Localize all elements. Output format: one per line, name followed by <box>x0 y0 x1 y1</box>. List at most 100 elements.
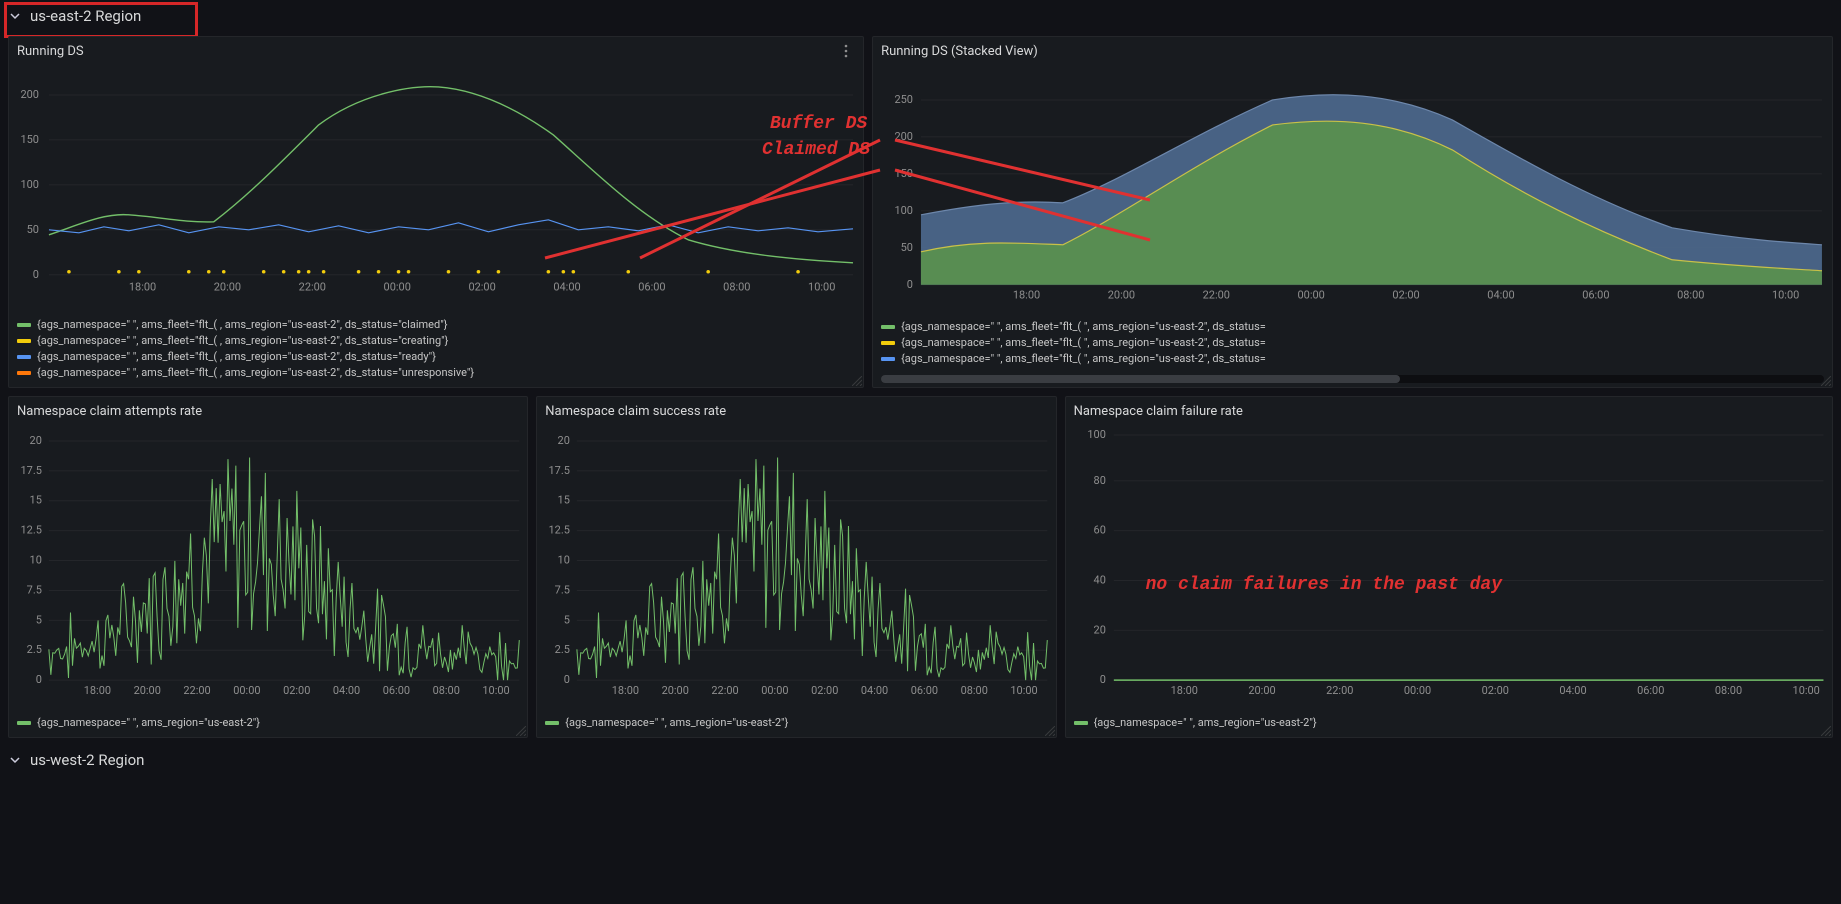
panel-title: Namespace claim attempts rate <box>17 404 202 419</box>
svg-text:10: 10 <box>558 554 570 567</box>
legend: {ags_namespace=" ", ams_fleet="flt_( ", … <box>873 315 1832 373</box>
svg-text:100: 100 <box>895 204 913 217</box>
svg-text:200: 200 <box>20 88 38 101</box>
resize-handle-icon[interactable] <box>1045 726 1055 736</box>
svg-text:22:00: 22:00 <box>712 684 739 696</box>
chevron-down-icon <box>8 9 22 23</box>
row-header-us-east-2[interactable]: us-east-2 Region <box>0 0 1841 32</box>
svg-text:5: 5 <box>36 613 42 626</box>
svg-text:18:00: 18:00 <box>129 281 156 294</box>
svg-text:22:00: 22:00 <box>299 281 326 294</box>
svg-text:04:00: 04:00 <box>861 684 888 696</box>
svg-text:06:00: 06:00 <box>638 281 665 294</box>
panel-menu-button[interactable] <box>837 42 855 60</box>
svg-text:150: 150 <box>895 167 913 180</box>
svg-text:18:00: 18:00 <box>84 684 111 696</box>
svg-text:20: 20 <box>1093 623 1105 636</box>
svg-text:04:00: 04:00 <box>553 281 580 294</box>
svg-text:60: 60 <box>1093 524 1105 537</box>
chart-claim-attempts[interactable]: 02.55 7.51012.5 1517.520 18:0020:0022:00… <box>9 425 527 696</box>
svg-text:08:00: 08:00 <box>1677 289 1704 302</box>
svg-text:02:00: 02:00 <box>468 281 495 294</box>
svg-text:06:00: 06:00 <box>1637 684 1664 696</box>
panel-claim-failure: Namespace claim failure rate 020 4060 80… <box>1065 396 1833 738</box>
chart-running-ds-stacked[interactable]: 050 100150 200250 18:0020:0022:00 00:000… <box>873 65 1832 303</box>
svg-text:200: 200 <box>895 130 913 143</box>
row-header-us-west-2[interactable]: us-west-2 Region <box>0 744 1841 776</box>
svg-text:5: 5 <box>564 613 570 626</box>
svg-text:150: 150 <box>20 133 38 146</box>
svg-text:15: 15 <box>558 494 570 507</box>
chevron-down-icon <box>8 753 22 767</box>
svg-text:02:00: 02:00 <box>283 684 310 696</box>
svg-text:10:00: 10:00 <box>1772 289 1799 302</box>
svg-text:06:00: 06:00 <box>911 684 938 696</box>
legend-label: {ags_namespace=" ", ams_region="us-east-… <box>1094 715 1317 731</box>
resize-handle-icon[interactable] <box>1821 726 1831 736</box>
svg-text:22:00: 22:00 <box>183 684 210 696</box>
resize-handle-icon[interactable] <box>516 726 526 736</box>
svg-text:20:00: 20:00 <box>1108 289 1135 302</box>
svg-text:18:00: 18:00 <box>1013 289 1040 302</box>
panel-title: Namespace claim failure rate <box>1074 404 1243 419</box>
svg-text:15: 15 <box>30 494 42 507</box>
svg-text:00:00: 00:00 <box>1403 684 1430 696</box>
svg-text:2.5: 2.5 <box>555 643 570 656</box>
svg-text:06:00: 06:00 <box>1582 289 1609 302</box>
svg-text:0: 0 <box>907 278 913 291</box>
legend-label: {ags_namespace=" ", ams_region="us-east-… <box>565 715 788 731</box>
svg-text:08:00: 08:00 <box>723 281 750 294</box>
svg-text:20:00: 20:00 <box>662 684 689 696</box>
panel-running-ds-stacked: Running DS (Stacked View) 050 100150 200… <box>872 36 1833 388</box>
svg-text:10: 10 <box>30 554 42 567</box>
x-axis: 18:00 20:00 22:00 00:00 02:00 04:00 06:00 08:… <box>129 281 836 294</box>
legend-label: {ags_namespace=" ", ams_region="us-east-… <box>37 715 260 731</box>
legend-scrollbar[interactable] <box>881 375 1824 383</box>
svg-text:22:00: 22:00 <box>1203 289 1230 302</box>
svg-text:10:00: 10:00 <box>1792 684 1819 696</box>
svg-text:04:00: 04:00 <box>1487 289 1514 302</box>
svg-text:04:00: 04:00 <box>333 684 360 696</box>
svg-text:80: 80 <box>1093 474 1105 487</box>
svg-text:50: 50 <box>27 223 39 236</box>
svg-text:0: 0 <box>33 268 39 281</box>
svg-text:04:00: 04:00 <box>1559 684 1586 696</box>
panel-title: Running DS (Stacked View) <box>881 44 1038 59</box>
svg-text:18:00: 18:00 <box>612 684 639 696</box>
svg-text:02:00: 02:00 <box>811 684 838 696</box>
svg-text:2.5: 2.5 <box>27 643 42 656</box>
panel-running-ds: Running DS 0 50 100 150 <box>8 36 864 388</box>
svg-text:00:00: 00:00 <box>1298 289 1325 302</box>
svg-text:100: 100 <box>1087 428 1105 441</box>
panel-title: Namespace claim success rate <box>545 404 726 419</box>
svg-text:02:00: 02:00 <box>1392 289 1419 302</box>
svg-text:20:00: 20:00 <box>1248 684 1275 696</box>
resize-handle-icon[interactable] <box>852 376 862 386</box>
svg-text:20:00: 20:00 <box>214 281 241 294</box>
resize-handle-icon[interactable] <box>1821 376 1831 386</box>
svg-text:00:00: 00:00 <box>384 281 411 294</box>
chart-running-ds[interactable]: 0 50 100 150 200 18:00 20:00 22:00 00:00 02… <box>9 65 863 295</box>
svg-text:06:00: 06:00 <box>383 684 410 696</box>
svg-text:02:00: 02:00 <box>1481 684 1508 696</box>
svg-text:17.5: 17.5 <box>549 464 570 477</box>
row-title: us-east-2 Region <box>30 7 141 25</box>
svg-text:7.5: 7.5 <box>27 583 42 596</box>
svg-text:0: 0 <box>36 673 42 686</box>
panel-claim-success: Namespace claim success rate 02.55 7.510… <box>536 396 1056 738</box>
chart-claim-success[interactable]: 02.55 7.51012.5 1517.520 18:0020:0022:00… <box>537 425 1055 696</box>
chart-claim-failure[interactable]: 020 4060 80100 18:0020:0022:00 00:0002:0… <box>1066 425 1832 696</box>
svg-text:20: 20 <box>558 434 570 447</box>
panel-claim-attempts: Namespace claim attempts rate 0 2.5 5 7.5 1… <box>8 396 528 738</box>
svg-text:100: 100 <box>20 178 38 191</box>
svg-text:20:00: 20:00 <box>134 684 161 696</box>
svg-text:08:00: 08:00 <box>1714 684 1741 696</box>
panel-title: Running DS <box>17 44 84 59</box>
svg-text:12.5: 12.5 <box>549 524 570 537</box>
svg-text:10:00: 10:00 <box>1011 684 1038 696</box>
svg-text:08:00: 08:00 <box>961 684 988 696</box>
svg-text:250: 250 <box>895 93 913 106</box>
svg-text:7.5: 7.5 <box>555 583 570 596</box>
svg-text:12.5: 12.5 <box>21 524 42 537</box>
svg-text:00:00: 00:00 <box>233 684 260 696</box>
